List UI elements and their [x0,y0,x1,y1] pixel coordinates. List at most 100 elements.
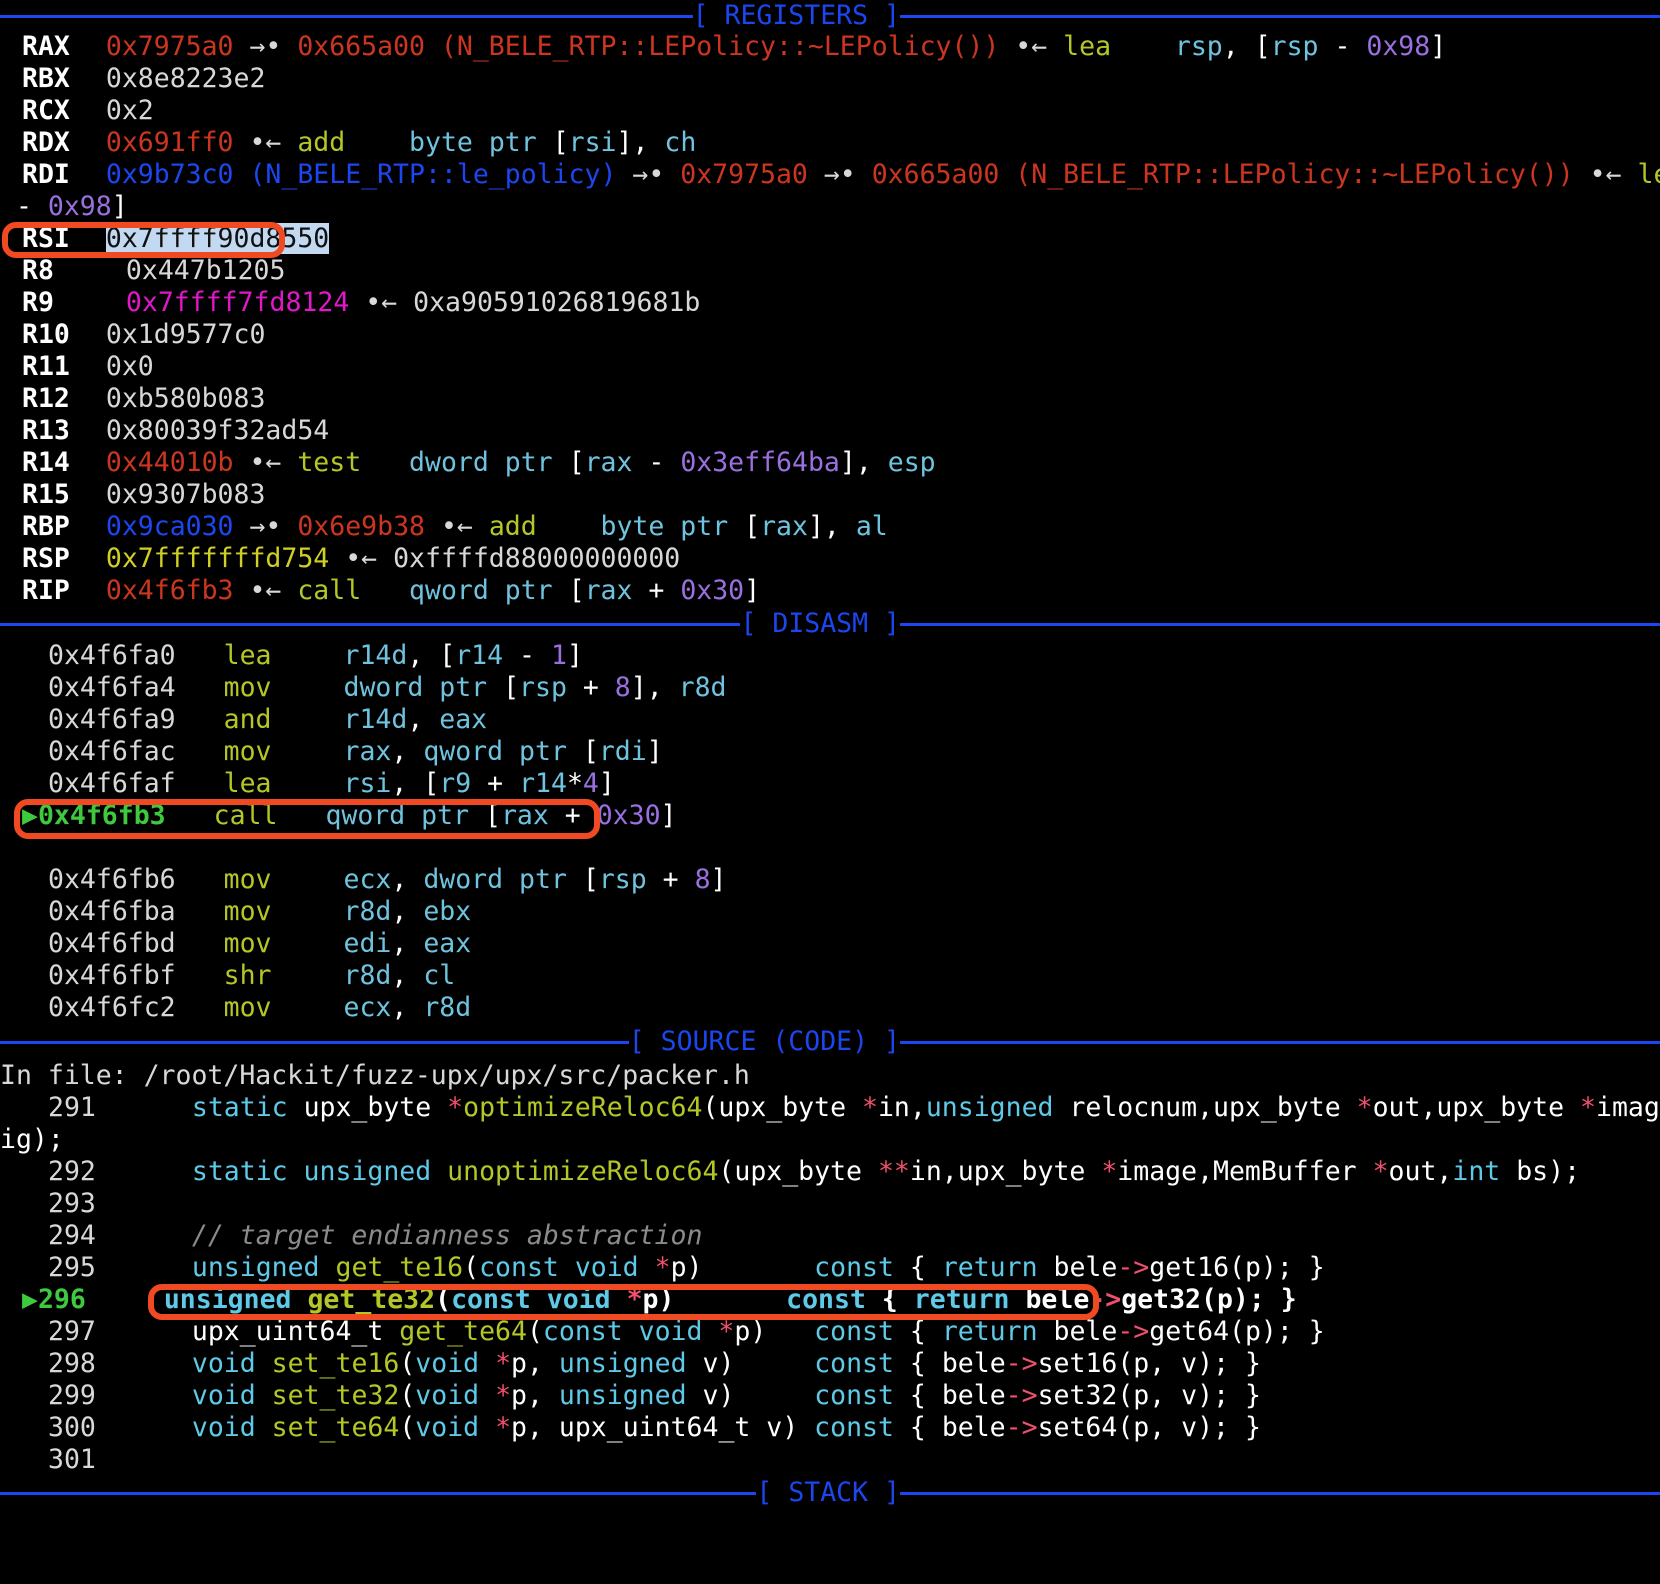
section-header-registers: [ REGISTERS ] [0,0,1660,32]
register-name: R9 [22,287,54,318]
section-header-stack: [ STACK ] [0,1477,1660,1509]
register-row-r14[interactable]: R14 0x44010b •← test dword ptr [rax - 0x3… [0,447,1660,479]
disasm-address: 0x4f6fbd [48,928,176,959]
register-row-r10[interactable]: R10 0x1d9577c0 [0,319,1660,351]
register-value: 0x691ff0 [105,127,234,158]
register-name: R15 [22,479,70,510]
disasm-row[interactable]: 0x4f6fb6 mov ecx, dword ptr [rsp + 8] [0,864,1660,896]
register-value: 0x4f6fb3 [105,575,234,606]
source-line-297[interactable]: 297 upx_uint64_t get_te64(const void *p) … [0,1316,1660,1348]
register-row-r9[interactable]: R9 0x7ffff7fd8124 •← 0xa90591026819681b [0,287,1660,319]
source-line-number: 300 [48,1412,96,1443]
source-line-number: 293 [48,1188,96,1219]
source-line-296-current[interactable]: ▶296 unsigned get_te32(const void *p) con… [0,1284,1660,1316]
register-value: 0xb580b083 [105,383,266,414]
disasm-mnemonic: mov [223,864,272,895]
register-value: 0x9ca030 [105,511,234,542]
disasm-mnemonic: lea [223,768,272,799]
source-line-number: 296 [37,1284,86,1315]
register-value: 0x7975a0 [105,31,234,62]
disasm-row[interactable]: 0x4f6faf lea rsi, [r9 + r14*4] [0,768,1660,800]
source-line-number: 291 [48,1092,96,1123]
separator-line-left [0,1040,629,1044]
register-row-rdi[interactable]: RDI 0x9b73c0 (N_BELE_RTP::le_policy) →• 0… [0,159,1660,191]
register-row-rbx[interactable]: RBX 0x8e8223e2 [0,63,1660,95]
register-row-r12[interactable]: R12 0xb580b083 [0,383,1660,415]
source-line-293[interactable]: 293 [0,1188,1660,1220]
disasm-row[interactable]: 0x4f6fa0 lea r14d, [r14 - 1] [0,640,1660,672]
disasm-blank-row [0,832,1660,864]
disasm-row[interactable]: 0x4f6fa4 mov dword ptr [rsp + 8], r8d [0,672,1660,704]
source-line-295[interactable]: 295 unsigned get_te16(const void *p) cons… [0,1252,1660,1284]
disasm-row[interactable]: 0x4f6fa9 and r14d, eax [0,704,1660,736]
source-line-301[interactable]: 301 [0,1444,1660,1476]
source-line-300[interactable]: 300 void set_te64(void *p, upx_uint64_t v… [0,1412,1660,1444]
register-row-rsp[interactable]: RSP 0x7fffffffd754 •← 0xffffd88000000000 [0,543,1660,575]
register-row-r15[interactable]: R15 0x9307b083 [0,479,1660,511]
disasm-address: 0x4f6fbf [48,960,176,991]
separator-line-right [900,622,1660,626]
register-value: 0x80039f32ad54 [105,415,330,446]
source-file-path: /root/Hackit/fuzz-upx/upx/src/packer.h [143,1060,750,1091]
disasm-mnemonic: lea [223,640,272,671]
register-name: RBX [22,63,70,94]
disasm-address: 0x4f6fa9 [48,704,176,735]
source-line-298[interactable]: 298 void set_te16(void *p, unsigned v) co… [0,1348,1660,1380]
separator-line-left [0,1491,757,1495]
register-name: R10 [22,319,70,350]
register-name: RDX [22,127,70,158]
register-name: R12 [22,383,70,414]
register-row-r13[interactable]: R13 0x80039f32ad54 [0,415,1660,447]
separator-line-right [900,1040,1660,1044]
register-name: R13 [22,415,70,446]
disasm-row[interactable]: 0x4f6fbd mov edi, eax [0,928,1660,960]
register-name: RCX [22,95,70,126]
register-row-rip[interactable]: RIP 0x4f6fb3 •← call qword ptr [rax + 0x3… [0,575,1660,607]
register-value: 0x44010b [105,447,234,478]
disasm-address: 0x4f6fac [48,736,176,767]
register-name: RDI [22,159,70,190]
current-line-marker-icon: ▶ [22,1284,38,1315]
terminal-screen: [ REGISTERS ] RAX 0x7975a0 →• 0x665a00 (N… [0,0,1660,1584]
disasm-section-label: [ DISASM ] [740,608,900,639]
register-value: 0x0 [105,351,154,382]
source-line-294[interactable]: 294 // target endianness abstraction [0,1220,1660,1252]
source-line-number: 292 [48,1156,96,1187]
register-name: R14 [22,447,70,478]
disasm-row[interactable]: 0x4f6fac mov rax, qword ptr [rdi] [0,736,1660,768]
source-line-299[interactable]: 299 void set_te32(void *p, unsigned v) co… [0,1380,1660,1412]
disasm-mnemonic: and [223,704,272,735]
disasm-row[interactable]: 0x4f6fbf shr r8d, cl [0,960,1660,992]
register-name: RIP [22,575,70,606]
register-value: 0x9307b083 [105,479,266,510]
disasm-row[interactable]: 0x4f6fc2 mov ecx, r8d [0,992,1660,1024]
disasm-mnemonic: shr [223,960,272,991]
register-row-rax[interactable]: RAX 0x7975a0 →• 0x665a00 (N_BELE_RTP::LEP… [0,31,1660,63]
source-line-number: 299 [48,1380,96,1411]
register-row-rbp[interactable]: RBP 0x9ca030 →• 0x6e9b38 •← add byte ptr … [0,511,1660,543]
register-name: RSP [22,543,70,574]
disasm-mnemonic: call [213,800,278,831]
register-name: RSI [22,223,70,254]
register-row-r11[interactable]: R11 0x0 [0,351,1660,383]
source-line-number: 298 [48,1348,96,1379]
disasm-mnemonic: mov [223,736,272,767]
disasm-row[interactable]: 0x4f6fba mov r8d, ebx [0,896,1660,928]
separator-line-left [0,622,741,626]
source-line-291[interactable]: 291 static upx_byte *optimizeReloc64(upx_… [0,1092,1660,1124]
separator-line-right [900,1491,1660,1495]
source-file-label: In file: [0,1060,144,1091]
disasm-mnemonic: mov [223,928,272,959]
register-row-rdi-wrap: - 0x98] [0,191,128,222]
disasm-address: 0x4f6fa4 [48,672,176,703]
register-value: 0x7ffff7fd8124 [125,287,350,318]
source-line-292[interactable]: 292 static unsigned unoptimizeReloc64(upx… [0,1156,1660,1188]
disasm-row-current[interactable]: ▶0x4f6fb3 call qword ptr [rax + 0x30] [0,800,1660,832]
source-file-path-row: In file: /root/Hackit/fuzz-upx/upx/src/p… [0,1060,1660,1092]
register-value-selected[interactable]: 0x7ffff90d8550 [105,223,330,254]
register-row-rdx[interactable]: RDX 0x691ff0 •← add byte ptr [rsi], ch [0,127,1660,159]
register-row-rcx[interactable]: RCX 0x2 [0,95,1660,127]
register-row-r8[interactable]: R8 0x447b1205 [0,255,1660,287]
register-row-rsi[interactable]: RSI 0x7ffff90d8550 [0,223,1660,255]
register-value: 0x447b1205 [125,255,286,286]
